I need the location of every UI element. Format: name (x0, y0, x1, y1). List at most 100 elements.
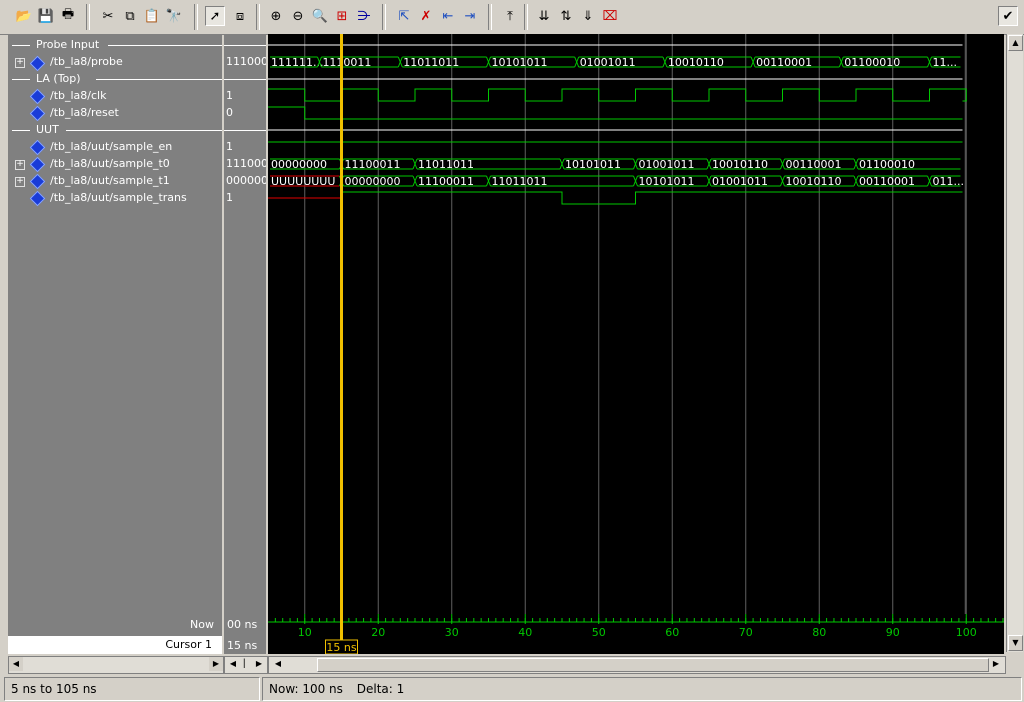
signal-names-pane: Probe Input + /tb_la8/probe LA (Top) /tb… (8, 34, 222, 614)
group-divider (224, 45, 266, 46)
group-divider (224, 130, 266, 131)
signal-name[interactable]: /tb_la8/uut/sample_t0 (50, 155, 170, 172)
sample-t1-wave-value: 10101011 (639, 175, 695, 188)
cursor-values-pane: 00 ns 15 ns (224, 614, 266, 654)
delete-cursor-icon[interactable]: ⋺ (354, 6, 374, 26)
waveform-pane[interactable]: 111111... 1110011 11011011 10101011 01001011… (268, 34, 1004, 614)
names-hscrollbar[interactable]: ◀ ▶ (8, 656, 224, 674)
values-hscrollbar[interactable]: ◀ ▏ ▶ (224, 656, 268, 674)
ruler-label: 20 (371, 626, 385, 639)
insert-cursor-icon[interactable]: ⊞ (332, 6, 352, 26)
scroll-down-icon[interactable]: ▼ (1008, 635, 1023, 651)
reset-wave (268, 106, 963, 120)
signal-name[interactable]: /tb_la8/clk (50, 87, 106, 104)
cursor-names-pane: Now Cursor 1 (8, 614, 222, 654)
sample-t1-wave-value: 11011011 (492, 175, 548, 188)
signal-value: 000000 (226, 174, 266, 187)
signal-value: 1 (226, 191, 233, 204)
scroll-thumb[interactable] (317, 658, 989, 672)
group-header[interactable]: UUT (12, 123, 59, 137)
signal-value: 111000 (226, 55, 266, 68)
zoom-out-icon[interactable]: ⊖ (288, 6, 308, 26)
dock-icon[interactable]: ✔ (998, 6, 1018, 26)
cut-icon[interactable]: ✂ (98, 6, 118, 26)
toolbar-separator (194, 4, 198, 30)
signal-icon (29, 88, 46, 105)
next-edge-icon[interactable]: ⇥ (460, 6, 480, 26)
save-icon[interactable]: 💾 (36, 6, 56, 26)
ruler-label: 100 (956, 626, 977, 639)
ruler-label: 70 (739, 626, 753, 639)
zoom-area-icon[interactable]: ⧈ (230, 6, 250, 26)
zoom-full-icon[interactable]: 🔍 (310, 6, 330, 26)
signal-name[interactable]: /tb_la8/reset (50, 104, 119, 121)
timeline-ruler[interactable]: 10 20 30 40 50 60 70 80 90 100 15 ns (268, 614, 1004, 655)
find-edge-icon[interactable]: ⇱ (394, 6, 414, 26)
clk-wave (268, 88, 967, 102)
sort-icon[interactable]: ⇓ (578, 6, 598, 26)
toolbar-separator (488, 4, 492, 30)
waveform-canvas[interactable]: 111111...1110011 11011011 10101011 01001011… (268, 34, 1004, 614)
print-icon[interactable]: 🖶 (58, 6, 78, 26)
paste-icon[interactable]: 📋 (142, 6, 162, 26)
expand-toggle[interactable]: + (15, 58, 25, 68)
toolbar-separator (382, 4, 386, 30)
scroll-left-icon[interactable]: ◀ (9, 657, 23, 671)
add-signal-icon[interactable]: ⤒ (500, 6, 520, 26)
timeline-pane[interactable]: 10 20 30 40 50 60 70 80 90 100 15 ns (268, 614, 1004, 655)
open-icon[interactable]: 📂 (14, 6, 34, 26)
wave-window: Probe Input + /tb_la8/probe LA (Top) /tb… (0, 34, 1024, 655)
signal-name[interactable]: /tb_la8/uut/sample_en (50, 138, 172, 155)
scroll-left-icon[interactable]: ◀ (271, 657, 285, 671)
delete-signal-icon[interactable]: ⌧ (600, 6, 620, 26)
collapse-icon[interactable]: ⇅ (556, 6, 576, 26)
zoom-in-icon[interactable]: ⊕ (266, 6, 286, 26)
group-header[interactable]: Probe Input (12, 38, 99, 52)
scroll-left-icon[interactable]: ◀ (227, 657, 239, 671)
select-arrow-icon[interactable]: ➚ (205, 6, 225, 26)
cursor-label: Cursor 1 (165, 638, 212, 651)
signal-value: 0 (226, 106, 233, 119)
scroll-mid-icon[interactable]: ▏ (241, 657, 253, 671)
scroll-up-icon[interactable]: ▲ (1008, 35, 1023, 51)
group-label: Probe Input (36, 38, 100, 51)
group-divider (224, 79, 266, 80)
group-header[interactable]: LA (Top) (12, 72, 81, 86)
probe-wave-value: 01001011 (580, 56, 636, 69)
signal-name[interactable]: /tb_la8/probe (50, 53, 123, 70)
vertical-scrollbar[interactable]: ▲ ▼ (1006, 34, 1023, 652)
toolbar: 📂 💾 🖶 ✂ ⧉ 📋 🔭 ➚ ⧈ ⊕ ⊖ 🔍 ⊞ ⋺ ⇱ ✗ ⇤ ⇥ ⤒ ⇊ … (0, 0, 1024, 35)
sample-t1-wave-value: 011... (933, 175, 965, 188)
scroll-right-icon[interactable]: ▶ (253, 657, 265, 671)
sample-t1-wave-value: 00000000 (345, 175, 401, 188)
probe-wave-value: 10010110 (668, 56, 724, 69)
probe-wave-value: 10101011 (492, 56, 548, 69)
sample-t0-wave-value: 10101011 (565, 158, 621, 171)
expand-toggle[interactable]: + (15, 160, 25, 170)
sample-t1-wave-value: 11100011 (418, 175, 474, 188)
find-icon[interactable]: 🔭 (164, 6, 184, 26)
copy-icon[interactable]: ⧉ (120, 6, 140, 26)
group-divider (96, 79, 222, 80)
scroll-right-icon[interactable]: ▶ (209, 657, 223, 671)
scroll-right-icon[interactable]: ▶ (989, 657, 1003, 671)
group-label: LA (Top) (36, 72, 81, 85)
status-delta: Delta: 1 (356, 682, 405, 696)
cursor-row[interactable]: Cursor 1 (8, 636, 222, 654)
signal-value: 1 (226, 140, 233, 153)
expand-icon[interactable]: ⇊ (534, 6, 554, 26)
sample-t0-wave-value: 00110001 (786, 158, 842, 171)
previous-edge-icon[interactable]: ⇤ (438, 6, 458, 26)
ruler-label: 30 (445, 626, 459, 639)
signal-name[interactable]: /tb_la8/uut/sample_trans (50, 189, 187, 206)
sample-t1-wave-value: 01001011 (712, 175, 768, 188)
sample-t1-wave-value: UUUUUUUU (271, 175, 335, 188)
probe-wave-value: 1110011 (322, 56, 371, 69)
signal-name[interactable]: /tb_la8/uut/sample_t1 (50, 172, 170, 189)
expand-toggle[interactable]: + (15, 177, 25, 187)
status-now: Now: 100 ns (269, 682, 343, 696)
delete-edge-icon[interactable]: ✗ (416, 6, 436, 26)
now-label: Now (190, 618, 214, 631)
signal-icon (29, 156, 46, 173)
wave-hscrollbar[interactable]: ◀ ▶ (268, 656, 1006, 674)
